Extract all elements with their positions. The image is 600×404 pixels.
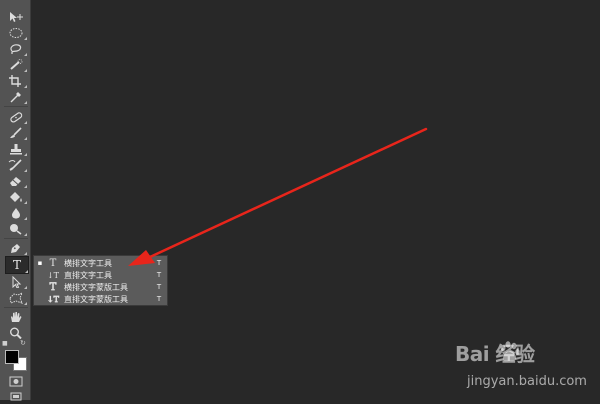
arrow-head [128, 250, 155, 266]
watermark-url-text: jingyan.baidu.com [467, 374, 587, 389]
arrow-shaft [148, 127, 428, 259]
watermark-logo-text: Bai 经验 [455, 342, 535, 366]
paw-icon [500, 341, 520, 362]
baidu-jingyan-watermark: Bai 经验 jingyan.baidu.com [455, 338, 595, 398]
